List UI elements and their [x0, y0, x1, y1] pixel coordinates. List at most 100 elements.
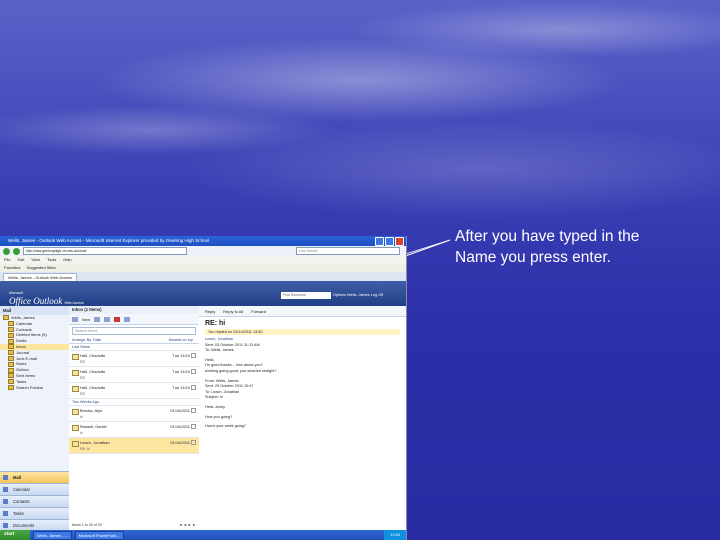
message-from: Hall, Charlotte	[80, 353, 106, 358]
message-subject-preview: RE:	[80, 359, 86, 364]
flag-icon[interactable]	[191, 385, 196, 390]
header-links: Options Wells, James Log Off	[333, 293, 383, 297]
folder-icon[interactable]	[104, 316, 111, 322]
message-from: Leach, Jonathan	[80, 440, 110, 445]
flag-icon[interactable]	[191, 424, 196, 429]
message-row[interactable]: Hall, Charlotte RE: Tue 11/10	[69, 351, 199, 367]
log-off-link[interactable]: Log Off	[371, 293, 383, 297]
favorites-button[interactable]: Favorites	[4, 264, 20, 272]
message-subject-preview: hi	[80, 430, 83, 435]
instruction-caption: After you have typed in the Name you pre…	[455, 226, 705, 268]
taskbar-item-powerpoint[interactable]: Microsoft PowerPoint...	[74, 530, 124, 540]
start-button[interactable]: start	[0, 530, 30, 540]
new-message-icon[interactable]	[72, 316, 78, 322]
message-subject: RE: hi	[205, 320, 226, 327]
suggested-sites-link[interactable]: Suggested Sites	[26, 264, 55, 272]
move-icon[interactable]	[94, 316, 101, 322]
maximize-icon[interactable]	[385, 237, 394, 246]
envelope-icon	[72, 370, 79, 376]
module-label: Calendar	[13, 487, 30, 492]
owa-header: Microsoft Office Outlook Web Access Conn…	[0, 281, 406, 315]
minimize-icon[interactable]	[375, 237, 384, 246]
menu-help[interactable]: Help	[63, 256, 71, 264]
options-link[interactable]: Options	[333, 293, 346, 297]
folder-icon	[8, 384, 14, 390]
caption-line-1: After you have typed in the	[455, 228, 640, 245]
folder-icon	[8, 379, 14, 385]
message-row[interactable]: Hall, Charlotte RE: Tue 11/10	[69, 383, 199, 399]
message-subject-preview: RE: hi	[80, 446, 90, 451]
menu-view[interactable]: View	[31, 256, 40, 264]
message-from: Russell, Daniel	[80, 424, 107, 429]
search-inbox-input[interactable]: Search Inbox	[72, 327, 196, 335]
arrange-by-bar[interactable]: Arrange By: Date Newest on top	[69, 337, 199, 344]
new-button[interactable]: New	[82, 317, 90, 322]
message-group-header[interactable]: Last Week	[69, 344, 199, 351]
flag-icon[interactable]	[191, 369, 196, 374]
message-date: 01/10/2011	[170, 424, 190, 429]
arrange-by-label[interactable]: Arrange By: Date	[72, 337, 101, 343]
folder-icon	[8, 344, 14, 350]
folder-icon	[3, 315, 9, 321]
menu-edit[interactable]: Edit	[17, 256, 24, 264]
module-button[interactable]: Calendar	[0, 483, 69, 495]
folder-label: Search Folders	[16, 384, 44, 390]
flag-icon[interactable]	[191, 440, 196, 445]
list-toolbar: New	[69, 314, 199, 325]
message-row[interactable]: Russell, Daniel hi 01/10/2011	[69, 422, 199, 438]
address-bar-row: http://owa.geelonghigh.vic.edu.au/owa/ L…	[0, 246, 406, 256]
navigation-pane: Mail Wells, James Calendar Contacts Deleted…	[0, 306, 70, 531]
module-button[interactable]: Tasks	[0, 507, 69, 519]
favorites-bar: Favorites Suggested Sites	[0, 264, 406, 272]
pager-arrows-icon[interactable]: ◄ ◄ ► ►	[179, 523, 196, 527]
find-someone-input[interactable]: Find Someone	[281, 292, 331, 299]
module-label: Mail	[13, 475, 22, 480]
folder-icon	[8, 350, 14, 356]
back-icon[interactable]	[3, 247, 10, 255]
message-from: Hall, Charlotte	[80, 369, 106, 374]
reading-toolbar: Reply Reply to All Forward	[199, 306, 406, 317]
message-row[interactable]: Leach, Jonathan RE: hi 01/10/2011	[69, 438, 199, 454]
browser-search-input[interactable]: Live Search	[296, 247, 400, 255]
message-list-pane: Inbox (1 Items) New Search Inbox Arrange…	[69, 306, 200, 531]
folder-icon	[8, 361, 14, 367]
user-name: Wells, James	[347, 293, 370, 297]
taskbar-item-browser[interactable]: Wells, James - ...	[33, 530, 72, 540]
browser-title: Wells, James - Outlook Web Access - Micr…	[8, 238, 210, 243]
address-field[interactable]: http://owa.geelonghigh.vic.edu.au/owa/	[23, 247, 187, 255]
replied-info-bar: You replied on 03/10/2011 13:50	[205, 329, 400, 335]
message-subject-preview: RE:	[80, 391, 86, 396]
message-group-header[interactable]: Two Weeks Ago	[69, 399, 199, 406]
module-icon	[3, 499, 8, 504]
module-button[interactable]: Contacts	[0, 495, 69, 507]
check-names-icon[interactable]	[124, 316, 131, 322]
message-subject-preview: hi	[80, 414, 83, 419]
module-button[interactable]: Mail	[0, 471, 69, 483]
message-row[interactable]: Brooks, Alys hi 01/10/2011	[69, 406, 199, 422]
module-label: Contacts	[13, 499, 30, 504]
folder-item[interactable]: Search Folders	[0, 385, 69, 391]
folder-icon	[8, 367, 14, 373]
pager: Items 1 to 20 of 20 ◄ ◄ ► ►	[72, 523, 196, 527]
folder-icon	[8, 338, 14, 344]
module-icon	[3, 511, 8, 516]
browser-tab[interactable]: Wells, James - Outlook Web Access	[3, 272, 78, 281]
menu-file[interactable]: File	[4, 256, 10, 264]
forward-button[interactable]: Forward	[251, 309, 266, 314]
flag-icon[interactable]	[191, 408, 196, 413]
delete-icon[interactable]	[114, 316, 121, 322]
reply-button[interactable]: Reply	[205, 309, 215, 314]
reading-pane: Reply Reply to All Forward RE: hi You re…	[199, 306, 406, 531]
envelope-icon	[72, 441, 79, 447]
folder-icon	[8, 321, 14, 327]
forward-icon[interactable]	[13, 247, 20, 255]
flag-icon[interactable]	[191, 353, 196, 358]
message-row[interactable]: Hall, Charlotte RE: Tue 11/10	[69, 367, 199, 383]
folder-icon	[8, 373, 14, 379]
inbox-title: Inbox (1 Items)	[69, 306, 199, 314]
arrange-order-label[interactable]: Newest on top	[169, 337, 193, 343]
reply-all-button[interactable]: Reply to All	[223, 309, 243, 314]
tray-clock: 11:50	[384, 530, 406, 540]
menu-tools[interactable]: Tools	[47, 256, 56, 264]
close-icon[interactable]	[395, 237, 404, 246]
